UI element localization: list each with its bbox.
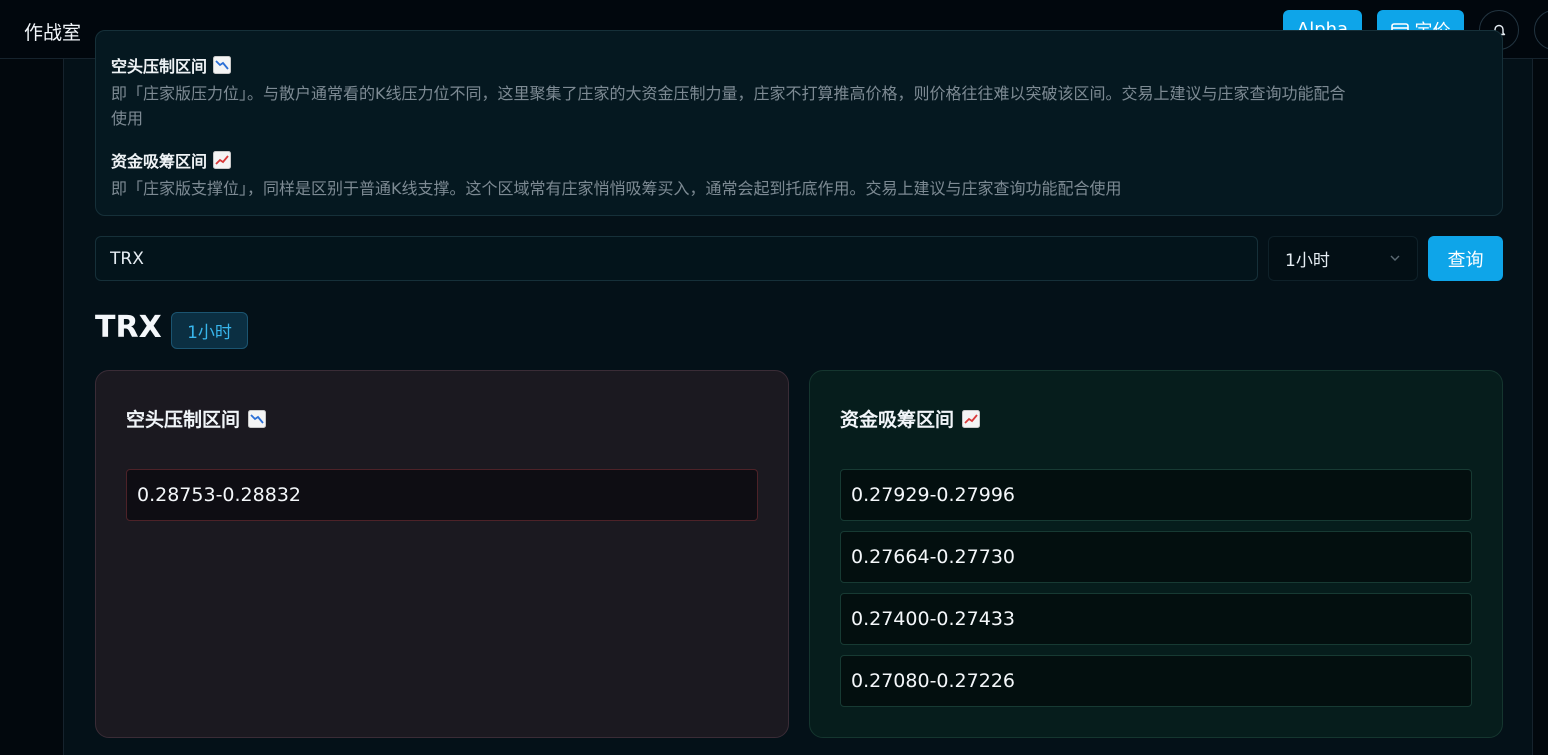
- query-button[interactable]: 查询: [1428, 236, 1503, 281]
- chart-increasing-icon: [962, 409, 981, 428]
- chart-decreasing-icon: [213, 56, 232, 74]
- short-zone-list: 0.28753-0.28832: [126, 469, 758, 531]
- long-zone-info-title-text: 资金吸筹区间: [111, 152, 208, 171]
- long-zone-info-title: 资金吸筹区间: [111, 148, 232, 172]
- chart-increasing-icon: [213, 151, 232, 169]
- interval-badge: 1小时: [171, 312, 248, 349]
- interval-select[interactable]: 1小时: [1268, 236, 1418, 281]
- short-zone-info-desc-line1: 即「庄家版压力位」。与散户通常看的K线压力位不同，这里聚集了庄家的大资金压制力量…: [111, 84, 1346, 103]
- left-sidebar: [0, 59, 64, 755]
- long-zone-range: 0.27080-0.27226: [840, 655, 1472, 707]
- long-zone-card: 资金吸筹区间 0.27929-0.27996 0.27664-0.27730 0…: [809, 370, 1503, 738]
- chart-decreasing-icon: [248, 409, 267, 428]
- short-zone-range: 0.28753-0.28832: [126, 469, 758, 521]
- result-symbol: TRX: [95, 310, 162, 345]
- right-gutter: [1532, 59, 1548, 755]
- zone-explanation-card: 空头压制区间 即「庄家版压力位」。与散户通常看的K线压力位不同，这里聚集了庄家的…: [95, 30, 1503, 216]
- short-zone-title-text: 空头压制区间: [126, 409, 241, 431]
- short-zone-title: 空头压制区间: [126, 405, 267, 432]
- symbol-input[interactable]: [95, 236, 1258, 281]
- app-title: 作战室: [24, 22, 82, 44]
- chevron-down-icon: [1390, 255, 1400, 261]
- long-zone-title-text: 资金吸筹区间: [840, 409, 955, 431]
- long-zone-info-desc: 即「庄家版支撑位」，同样是区别于普通K线支撑。这个区域常有庄家悄悄吸筹买入，通常…: [111, 179, 1122, 198]
- short-zone-card: 空头压制区间 0.28753-0.28832: [95, 370, 789, 738]
- long-zone-title: 资金吸筹区间: [840, 405, 981, 432]
- short-zone-info-title-text: 空头压制区间: [111, 57, 208, 76]
- interval-select-value: 1小时: [1285, 251, 1330, 271]
- long-zone-list: 0.27929-0.27996 0.27664-0.27730 0.27400-…: [840, 469, 1472, 717]
- short-zone-info-title: 空头压制区间: [111, 53, 232, 77]
- long-zone-range: 0.27929-0.27996: [840, 469, 1472, 521]
- user-avatar-button[interactable]: [1534, 10, 1548, 50]
- long-zone-range: 0.27400-0.27433: [840, 593, 1472, 645]
- short-zone-info-desc-line2: 使用: [111, 109, 144, 128]
- long-zone-range: 0.27664-0.27730: [840, 531, 1472, 583]
